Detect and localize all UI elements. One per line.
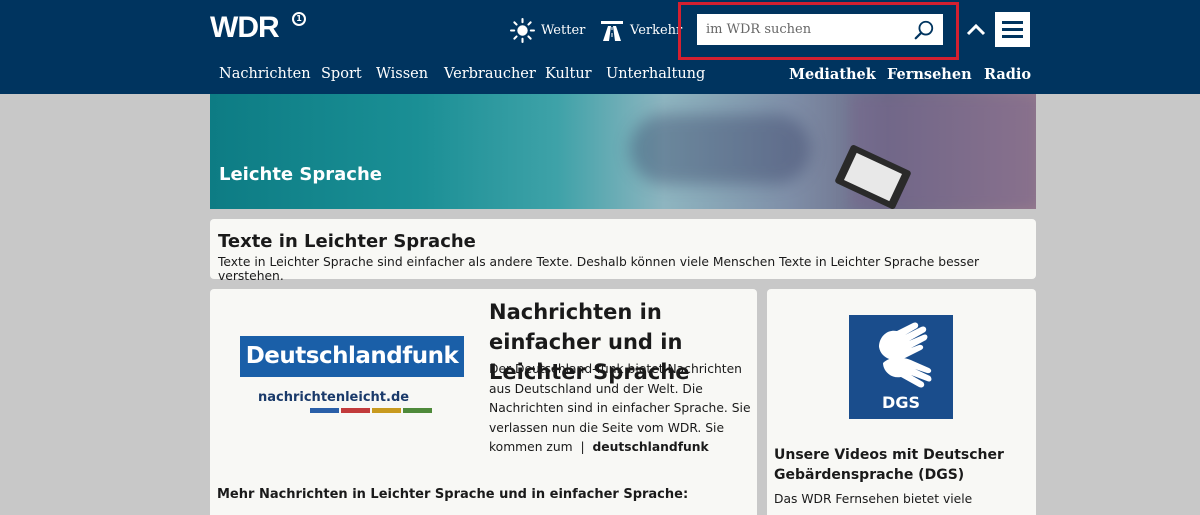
- weather-label: Wetter: [541, 23, 586, 38]
- search-box: [697, 14, 943, 45]
- logo-bar: [310, 408, 339, 413]
- nav-item-radio[interactable]: Radio: [984, 66, 1031, 83]
- hamburger-line: [1002, 35, 1023, 38]
- intro-title: Texte in Leichter Sprache: [218, 231, 476, 252]
- news-card[interactable]: Deutschlandfunk nachrichtenleicht.de Nac…: [210, 289, 757, 515]
- dgs-logo[interactable]: DGS: [849, 315, 953, 419]
- logo-color-bars: [310, 408, 432, 413]
- link-separator: |: [580, 440, 585, 454]
- search-icon[interactable]: [913, 19, 935, 41]
- logo-bar: [403, 408, 432, 413]
- nav-item-mediathek[interactable]: Mediathek: [789, 66, 876, 83]
- dgs-label: DGS: [882, 393, 920, 412]
- menu-button[interactable]: [995, 12, 1030, 47]
- dgs-card-text: Das WDR Fernsehen bietet viele: [774, 492, 973, 506]
- wdr-logo[interactable]: WDR: [210, 11, 280, 45]
- deutschlandfunk-link[interactable]: deutschlandfunk: [592, 440, 708, 454]
- sun-icon: [510, 18, 535, 43]
- intro-text: Texte in Leichter Sprache sind einfacher…: [218, 255, 980, 283]
- chevron-up-icon[interactable]: [966, 22, 986, 36]
- intro-card: Texte in Leichter Sprache Texte in Leich…: [210, 219, 1036, 283]
- nav-item-verbraucher[interactable]: Verbraucher: [444, 66, 536, 82]
- more-news-heading: Mehr Nachrichten in Leichter Sprache und…: [217, 487, 689, 502]
- traffic-label: Verkehr: [630, 22, 683, 38]
- deutschlandfunk-logo[interactable]: Deutschlandfunk: [240, 336, 464, 377]
- logo-bar: [372, 408, 401, 413]
- ard-one-icon: 1: [292, 12, 306, 26]
- nav-item-unterhaltung[interactable]: Unterhaltung: [606, 66, 705, 82]
- hero-title: Leichte Sprache: [219, 164, 382, 185]
- site-header: WDR 1 Wetter Verkehr im WDR suchen Nachr…: [0, 0, 1200, 94]
- nav-item-kultur[interactable]: Kultur: [545, 66, 592, 82]
- hero-background: [630, 114, 810, 184]
- hamburger-line: [1002, 21, 1023, 24]
- nav-item-fernsehen[interactable]: Fernsehen: [887, 66, 972, 83]
- nav-item-wissen[interactable]: Wissen: [376, 66, 428, 82]
- search-input[interactable]: [697, 14, 905, 45]
- logo-bar: [341, 408, 370, 413]
- weather-link[interactable]: Wetter: [510, 18, 585, 43]
- nav-item-nachrichten[interactable]: Nachrichten: [219, 66, 311, 82]
- nav-item-sport[interactable]: Sport: [321, 66, 362, 82]
- highway-icon: [601, 21, 623, 41]
- dgs-card-title[interactable]: Unsere Videos mit Deutscher Gebärdenspra…: [774, 445, 1029, 485]
- nachrichtenleicht-logo: nachrichtenleicht.de: [258, 390, 410, 405]
- news-card-text: Der Deutschland-funk bietet Nachrichten …: [489, 360, 751, 458]
- traffic-link[interactable]: Verkehr: [600, 18, 682, 42]
- hero-banner: Leichte Sprache: [210, 94, 1036, 209]
- hamburger-line: [1002, 28, 1023, 31]
- sign-language-hands-icon: [879, 322, 932, 388]
- dgs-card[interactable]: DGS Unsere Videos mit Deutscher Gebärden…: [767, 289, 1036, 515]
